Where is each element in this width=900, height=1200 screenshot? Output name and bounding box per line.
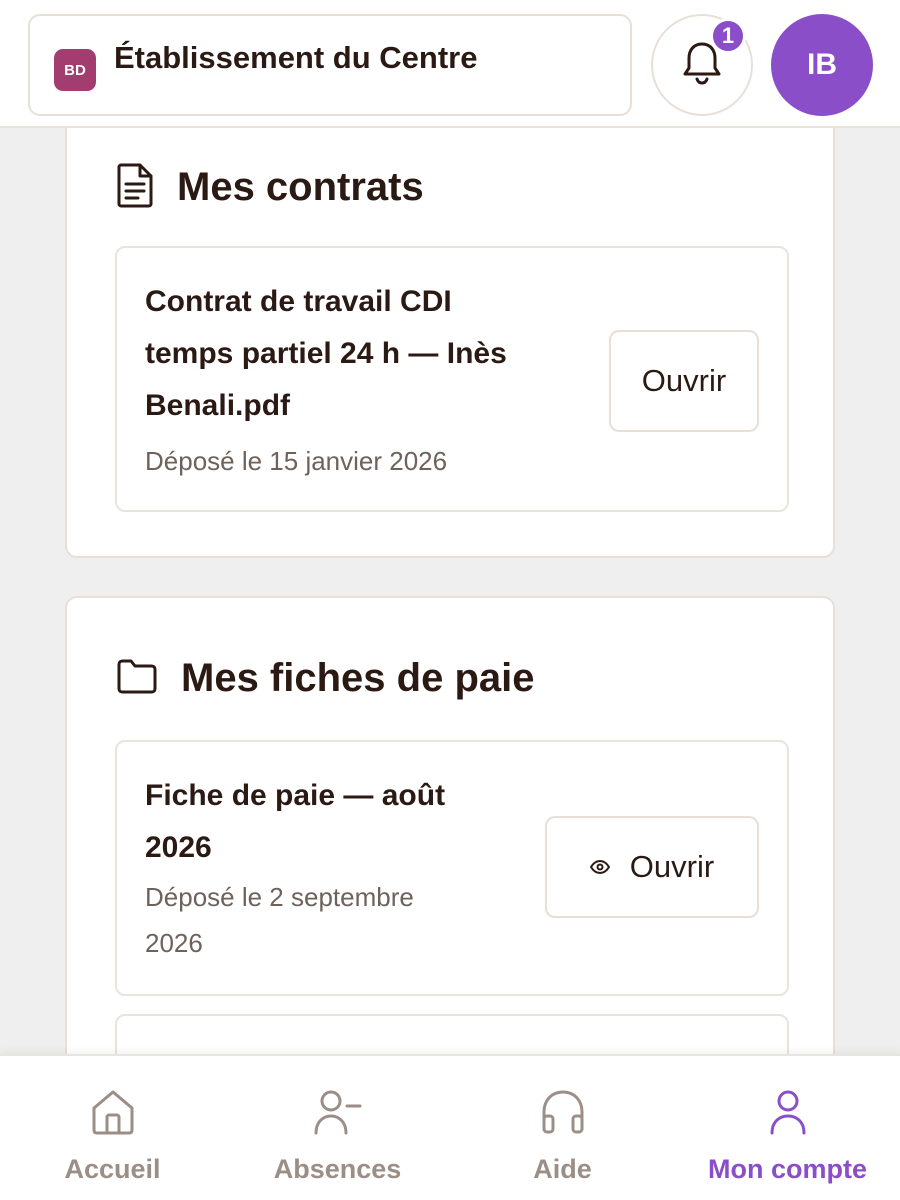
- payslip-title-line: Fiche de paie — août: [145, 779, 446, 812]
- user-icon: [768, 1088, 808, 1136]
- open-contract-button[interactable]: Ouvrir: [609, 330, 759, 432]
- organization-badge: BD: [54, 49, 96, 91]
- payslip-title-line: 2026: [145, 831, 212, 864]
- document-icon: [115, 162, 155, 213]
- nav-label: Accueil: [64, 1154, 161, 1184]
- payslip-date-line: Déposé le 2 septembre: [145, 882, 414, 912]
- payslips-header: Mes fiches de paie: [115, 656, 534, 701]
- organization-selector[interactable]: BD Établissement du Centre: [28, 14, 632, 116]
- headphones-icon: [540, 1088, 586, 1136]
- contract-title-line: Benali.pdf: [145, 389, 291, 422]
- contract-title-line: Contrat de travail CDI: [145, 285, 452, 318]
- open-button-label: Ouvrir: [629, 849, 715, 884]
- nav-label: Aide: [533, 1154, 592, 1184]
- eye-icon: [589, 860, 610, 874]
- user-avatar[interactable]: IB: [771, 14, 873, 116]
- contracts-section: Mes contrats Contrat de travail CDI temp…: [65, 100, 835, 558]
- payslips-title: Mes fiches de paie: [181, 656, 535, 700]
- bottom-navigation: Accueil Absences Aide Mon compte: [0, 1054, 900, 1200]
- payslip-title: Fiche de paie — août 2026: [145, 770, 445, 874]
- nav-item-aide[interactable]: Aide: [450, 1056, 675, 1200]
- nav-label: Mon compte: [708, 1154, 867, 1184]
- open-payslip-button[interactable]: Ouvrir: [545, 816, 759, 918]
- contract-date: Déposé le 15 janvier 2026: [145, 446, 448, 476]
- payslip-date-line: 2026: [145, 928, 203, 958]
- nav-item-accueil[interactable]: Accueil: [0, 1056, 225, 1200]
- notification-count-badge: 1: [710, 18, 746, 54]
- home-icon: [90, 1088, 136, 1136]
- open-button-label: Ouvrir: [641, 363, 727, 398]
- top-bar: BD Établissement du Centre 1 IB: [0, 0, 900, 128]
- user-minus-icon: [313, 1088, 363, 1136]
- contract-item: Contrat de travail CDI temps partiel 24 …: [115, 246, 789, 512]
- payslip-date: Déposé le 2 septembre 2026: [145, 874, 414, 966]
- payslips-section: Mes fiches de paie Fiche de paie — août …: [65, 596, 835, 1134]
- nav-label: Absences: [273, 1154, 402, 1184]
- contracts-header: Mes contrats: [115, 162, 424, 213]
- contracts-title: Mes contrats: [177, 165, 424, 209]
- contract-title: Contrat de travail CDI temps partiel 24 …: [145, 276, 507, 432]
- contract-title-line: temps partiel 24 h — Inès: [145, 337, 507, 370]
- nav-item-mon-compte[interactable]: Mon compte: [675, 1056, 900, 1200]
- organization-name: Établissement du Centre: [114, 40, 478, 75]
- folder-icon: [115, 657, 159, 700]
- payslip-item: Fiche de paie — août 2026 Déposé le 2 se…: [115, 740, 789, 996]
- nav-item-absences[interactable]: Absences: [225, 1056, 450, 1200]
